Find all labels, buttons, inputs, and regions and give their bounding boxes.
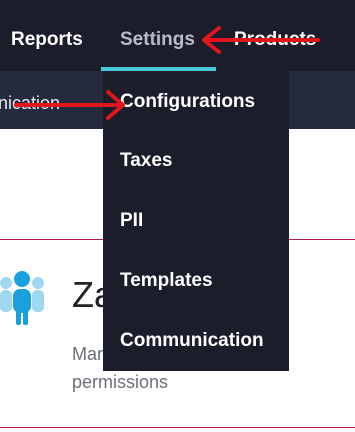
menu-item-communication[interactable]: Communication — [120, 329, 264, 353]
menu-item-pii[interactable]: PII — [120, 209, 143, 233]
subnav-item-communication[interactable]: Communication — [0, 92, 60, 114]
nav-item-settings[interactable]: Settings — [120, 28, 195, 52]
nav-item-reports[interactable]: Reports — [11, 28, 83, 52]
menu-item-templates[interactable]: Templates — [120, 269, 213, 293]
menu-item-taxes[interactable]: Taxes — [120, 149, 172, 173]
section-divider — [0, 427, 355, 428]
settings-dropdown-menu: Configurations Taxes PII Templates Commu… — [103, 71, 289, 371]
users-group-icon — [0, 271, 44, 325]
nav-item-products[interactable]: Products — [234, 28, 316, 52]
menu-item-configurations[interactable]: Configurations — [120, 90, 255, 114]
top-navigation-bar: Reports Settings Products — [0, 0, 355, 71]
